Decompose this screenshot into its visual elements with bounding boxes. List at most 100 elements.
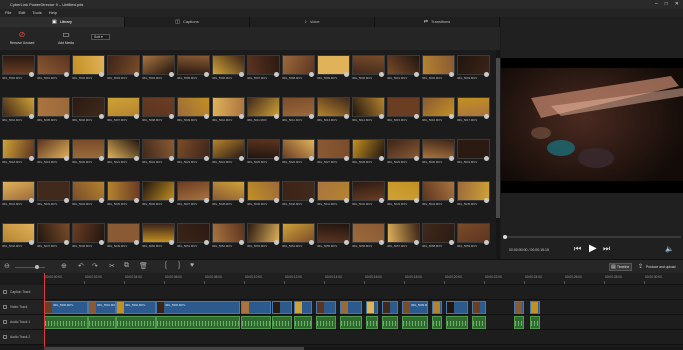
add-to-timeline-icon[interactable] [344,114,349,119]
add-to-timeline-icon[interactable] [449,156,454,161]
add-to-timeline-icon[interactable] [484,72,489,77]
mark-out-icon[interactable]: ] [178,262,180,269]
media-thumbnail[interactable]: IMG_5610.MOV [212,97,245,126]
add-to-timeline-icon[interactable] [29,198,34,203]
audio-lane-1[interactable] [44,315,683,330]
add-to-timeline-icon[interactable] [379,240,384,245]
lock-icon[interactable] [3,305,7,309]
add-to-timeline-icon[interactable] [309,198,314,203]
media-thumbnail[interactable]: IMG_5615.MOV [387,97,420,126]
media-thumbnail[interactable]: IMG_5649.MOV [107,223,140,252]
media-thumbnail[interactable]: IMG_5590.MOV [2,55,35,84]
add-to-timeline-icon[interactable] [64,72,69,77]
audio-clip[interactable] [472,316,486,329]
media-thumbnail[interactable]: IMG_5606.MOV [72,97,105,126]
media-thumbnail[interactable]: IMG_5659.MOV [457,223,490,252]
add-to-timeline-icon[interactable] [449,198,454,203]
media-thumbnail[interactable]: IMG_5643.MOV [387,181,420,210]
add-to-timeline-icon[interactable] [239,198,244,203]
video-clip[interactable] [272,301,292,314]
track-header-video[interactable]: Video Track [0,300,44,315]
media-thumbnail[interactable]: IMG_5616.MOV [422,97,455,126]
add-to-timeline-icon[interactable] [169,114,174,119]
caption-lane[interactable] [44,285,683,300]
add-to-timeline-icon[interactable] [274,240,279,245]
media-thumbnail[interactable]: IMG_5638.MOV [212,181,245,210]
audio-lane-2[interactable] [44,330,683,345]
add-to-timeline-icon[interactable] [204,240,209,245]
audio-clip[interactable] [432,316,442,329]
add-to-timeline-icon[interactable] [64,156,69,161]
media-thumbnail[interactable]: IMG_5653.MOV [247,223,280,252]
media-thumbnail[interactable]: IMG_5595.MOV [177,55,210,84]
media-thumbnail[interactable]: IMG_5627.MOV [317,139,350,168]
media-thumbnail[interactable]: IMG_5642.MOV [352,181,385,210]
media-thumbnail[interactable]: IMG_5592.MOV [72,55,105,84]
media-thumbnail[interactable]: IMG_5608.MOV [142,97,175,126]
add-to-timeline-icon[interactable] [134,72,139,77]
media-thumbnail[interactable]: IMG_5601.MOV [387,55,420,84]
add-to-timeline-icon[interactable] [134,198,139,203]
add-to-timeline-icon[interactable] [274,198,279,203]
media-thumbnail[interactable]: IMG_5622.MOV [142,139,175,168]
video-clip[interactable] [294,301,312,314]
produce-upload-button[interactable]: ⇪ Produce and upload [637,263,681,271]
media-thumbnail[interactable]: IMG_5628.MOV [352,139,385,168]
audio-clip[interactable] [44,316,88,329]
video-clip[interactable]: IMG_5592.MOV [116,301,156,314]
video-clip[interactable]: IMG_5593.MOV [156,301,240,314]
add-to-timeline-icon[interactable] [344,72,349,77]
media-thumbnail[interactable]: IMG_5654.MOV [282,223,315,252]
add-to-timeline-icon[interactable] [309,114,314,119]
remove-unused-button[interactable]: ⊘ Remove Unused [8,30,36,45]
media-thumbnail[interactable]: IMG_5648.MOV [72,223,105,252]
add-to-timeline-icon[interactable] [309,240,314,245]
add-to-timeline-icon[interactable] [484,240,489,245]
media-thumbnail[interactable]: IMG_5637.MOV [177,181,210,210]
video-clip[interactable] [514,301,524,314]
add-to-timeline-icon[interactable] [274,156,279,161]
media-thumbnail[interactable]: IMG_5617.MOV [457,97,490,126]
track-header-audio-1[interactable]: Audio Track 1 [0,315,44,330]
add-to-timeline-icon[interactable] [484,198,489,203]
cut-icon[interactable]: ✂ [109,262,115,270]
video-clip[interactable]: IMG_5590.MOV [44,301,88,314]
redo-icon[interactable]: ↷ [92,262,98,270]
scrubber-handle[interactable] [503,235,507,239]
add-to-timeline-icon[interactable] [99,240,104,245]
zoom-slider-handle[interactable] [35,265,39,269]
add-to-timeline-icon[interactable] [29,240,34,245]
add-to-timeline-icon[interactable] [379,72,384,77]
undo-icon[interactable]: ↶ [78,262,84,270]
media-thumbnail[interactable]: IMG_5620.MOV [72,139,105,168]
add-to-timeline-icon[interactable] [29,156,34,161]
video-clip[interactable] [340,301,362,314]
zoom-out-icon[interactable]: ⊖ [4,262,10,270]
media-thumbnail[interactable]: IMG_5635.MOV [107,181,140,210]
split-icon[interactable]: ⧉ [124,262,129,270]
add-to-timeline-icon[interactable] [204,72,209,77]
menu-help[interactable]: Help [49,9,57,17]
media-thumbnail[interactable]: IMG_5607.MOV [107,97,140,126]
media-thumbnail[interactable]: IMG_5629.MOV [387,139,420,168]
media-thumbnail[interactable]: IMG_5647.MOV [37,223,70,252]
tab-voice[interactable]: ♪ Voice [250,17,375,27]
next-frame-icon[interactable]: ⏭ [603,244,610,254]
media-thumbnail[interactable]: IMG_5645.MOV [457,181,490,210]
media-thumbnail[interactable]: IMG_5600.MOV [352,55,385,84]
menu-tools[interactable]: Tools [32,9,41,17]
zoom-in-icon[interactable]: ⊕ [61,262,67,270]
media-thumbnail[interactable]: IMG_5603.MOV [457,55,490,84]
add-to-timeline-icon[interactable] [414,114,419,119]
add-to-timeline-icon[interactable] [134,240,139,245]
add-to-timeline-icon[interactable] [414,72,419,77]
add-to-timeline-icon[interactable] [134,156,139,161]
media-thumbnail[interactable]: IMG_5618.MOV [2,139,35,168]
audio-clip[interactable] [294,316,312,329]
media-thumbnail[interactable]: IMG_5598.MOV [282,55,315,84]
add-to-timeline-icon[interactable] [64,114,69,119]
lock-icon[interactable] [3,320,7,324]
play-icon[interactable]: ▶ [589,243,597,254]
media-thumbnail[interactable]: IMG_5657.MOV [387,223,420,252]
maximize-icon[interactable]: □ [665,0,668,9]
